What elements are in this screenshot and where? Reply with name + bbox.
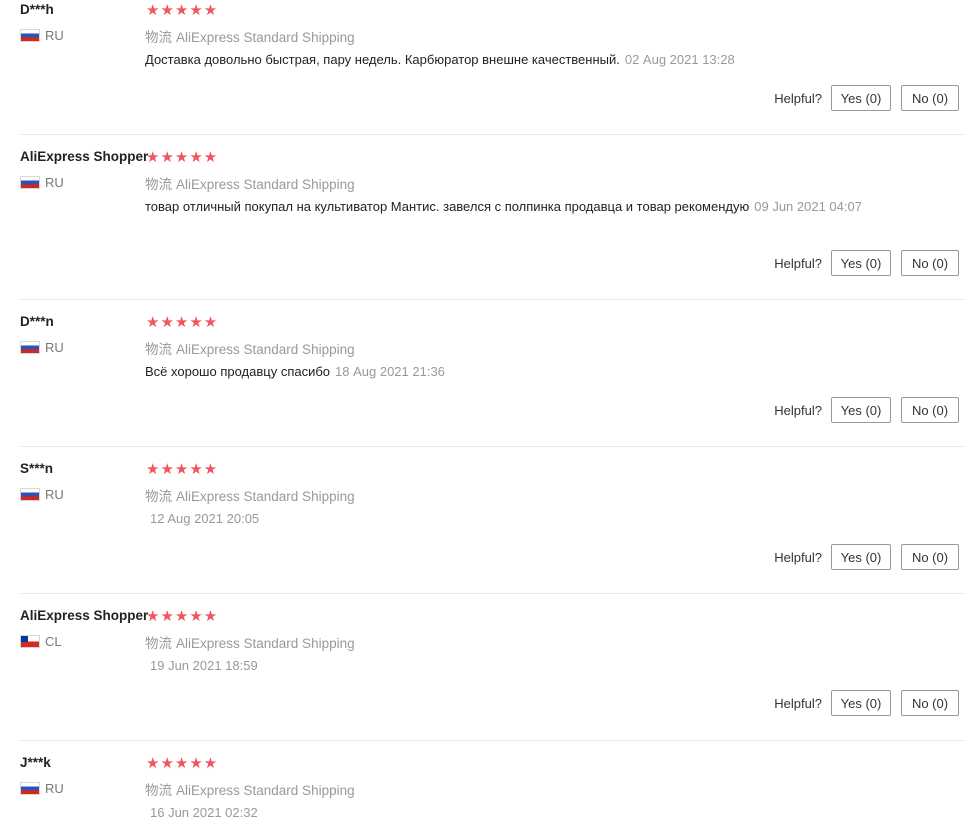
helpful-yes-button[interactable]: Yes (0) <box>831 250 891 276</box>
review-date: 09 Jun 2021 04:07 <box>754 199 862 214</box>
reviewer-name: D***h <box>20 2 54 17</box>
helpful-no-button[interactable]: No (0) <box>901 397 959 423</box>
shipping-method: 物流 AliExpress Standard Shipping <box>145 26 355 46</box>
helpful-vote: Helpful? Yes (0) No (0) <box>774 397 959 423</box>
logistics-label: 物流 <box>145 177 172 192</box>
review-item: S***n ★★★★★ RU 物流 AliExpress Standard Shi… <box>0 447 979 594</box>
helpful-no-button[interactable]: No (0) <box>901 85 959 111</box>
review-date: 02 Aug 2021 13:28 <box>624 52 735 67</box>
review-item: D***n ★★★★★ RU 物流 AliExpress Standard Shi… <box>0 300 979 447</box>
reviewer-name: AliExpress Shopper <box>20 608 149 623</box>
review-item: J***k ★★★★★ RU 物流 AliExpress Standard Shi… <box>0 741 979 832</box>
russia-flag-icon <box>20 488 40 501</box>
reviewer-name: S***n <box>20 461 54 476</box>
helpful-label: Helpful? <box>774 402 822 418</box>
helpful-vote: Helpful? Yes (0) No (0) <box>774 690 959 716</box>
reviewer-country: RU <box>20 28 64 43</box>
helpful-yes-button[interactable]: Yes (0) <box>831 85 891 111</box>
country-code: RU <box>45 175 64 190</box>
rating-stars: ★★★★★ <box>146 608 219 625</box>
reviewer-country: RU <box>20 487 64 502</box>
country-code: RU <box>45 340 64 355</box>
logistics-label: 物流 <box>145 30 172 45</box>
reviewer-country: CL <box>20 634 62 649</box>
reviewer-name: J***k <box>20 755 51 770</box>
review-text: Доставка довольно быстрая, пару недель. … <box>145 52 620 67</box>
review-item: D***h ★★★★★ RU 物流 AliExpress Standard Shi… <box>0 0 979 135</box>
review-date: 16 Jun 2021 02:32 <box>150 805 258 820</box>
review-text: товар отличный покупал на культиватор Ма… <box>145 199 750 214</box>
reviewer-name: D***n <box>20 314 54 329</box>
rating-stars: ★★★★★ <box>146 314 219 331</box>
rating-stars: ★★★★★ <box>146 149 219 166</box>
helpful-vote: Helpful? Yes (0) No (0) <box>774 250 959 276</box>
shipping-method: 物流 AliExpress Standard Shipping <box>145 338 355 358</box>
helpful-yes-button[interactable]: Yes (0) <box>831 544 891 570</box>
review-content: товар отличный покупал на культиватор Ма… <box>145 196 875 217</box>
logistics-label: 物流 <box>145 489 172 504</box>
country-code: RU <box>45 28 64 43</box>
rating-stars: ★★★★★ <box>146 461 219 478</box>
shipping-method: 物流 AliExpress Standard Shipping <box>145 173 355 193</box>
shipping-name: AliExpress Standard Shipping <box>176 342 355 357</box>
helpful-no-button[interactable]: No (0) <box>901 690 959 716</box>
reviewer-country: RU <box>20 781 64 796</box>
russia-flag-icon <box>20 176 40 189</box>
country-code: RU <box>45 781 64 796</box>
logistics-label: 物流 <box>145 342 172 357</box>
shipping-name: AliExpress Standard Shipping <box>176 30 355 45</box>
review-item: AliExpress Shopper ★★★★★ RU 物流 AliExpress… <box>0 135 979 300</box>
review-date: 19 Jun 2021 18:59 <box>150 658 258 673</box>
country-code: RU <box>45 487 64 502</box>
helpful-yes-button[interactable]: Yes (0) <box>831 397 891 423</box>
rating-stars: ★★★★★ <box>146 2 219 19</box>
helpful-no-button[interactable]: No (0) <box>901 544 959 570</box>
review-date: 18 Aug 2021 21:36 <box>335 364 445 379</box>
shipping-method: 物流 AliExpress Standard Shipping <box>145 632 355 652</box>
helpful-label: Helpful? <box>774 255 822 271</box>
review-content: 19 Jun 2021 18:59 <box>145 655 875 676</box>
helpful-vote: Helpful? Yes (0) No (0) <box>774 85 959 111</box>
reviewer-country: RU <box>20 175 64 190</box>
helpful-label: Helpful? <box>774 90 822 106</box>
helpful-yes-button[interactable]: Yes (0) <box>831 690 891 716</box>
rating-stars: ★★★★★ <box>146 755 219 772</box>
shipping-name: AliExpress Standard Shipping <box>176 489 355 504</box>
helpful-vote: Helpful? Yes (0) No (0) <box>774 544 959 570</box>
chile-flag-icon <box>20 635 40 648</box>
review-content: Доставка довольно быстрая, пару недель. … <box>145 49 875 70</box>
review-content: 12 Aug 2021 20:05 <box>145 508 875 529</box>
russia-flag-icon <box>20 341 40 354</box>
shipping-method: 物流 AliExpress Standard Shipping <box>145 779 355 799</box>
shipping-name: AliExpress Standard Shipping <box>176 636 355 651</box>
review-text: Всё хорошо продавцу спасибо <box>145 364 331 379</box>
reviewer-name: AliExpress Shopper <box>20 149 149 164</box>
review-content: 16 Jun 2021 02:32 <box>145 802 875 823</box>
helpful-label: Helpful? <box>774 549 822 565</box>
reviewer-country: RU <box>20 340 64 355</box>
review-content: Всё хорошо продавцу спасибо 18 Aug 2021 2… <box>145 361 875 382</box>
country-code: CL <box>45 634 62 649</box>
helpful-label: Helpful? <box>774 695 822 711</box>
russia-flag-icon <box>20 29 40 42</box>
shipping-method: 物流 AliExpress Standard Shipping <box>145 485 355 505</box>
review-item: AliExpress Shopper ★★★★★ CL 物流 AliExpress… <box>0 594 979 741</box>
logistics-label: 物流 <box>145 783 172 798</box>
helpful-no-button[interactable]: No (0) <box>901 250 959 276</box>
shipping-name: AliExpress Standard Shipping <box>176 177 355 192</box>
logistics-label: 物流 <box>145 636 172 651</box>
russia-flag-icon <box>20 782 40 795</box>
shipping-name: AliExpress Standard Shipping <box>176 783 355 798</box>
review-date: 12 Aug 2021 20:05 <box>150 511 260 526</box>
